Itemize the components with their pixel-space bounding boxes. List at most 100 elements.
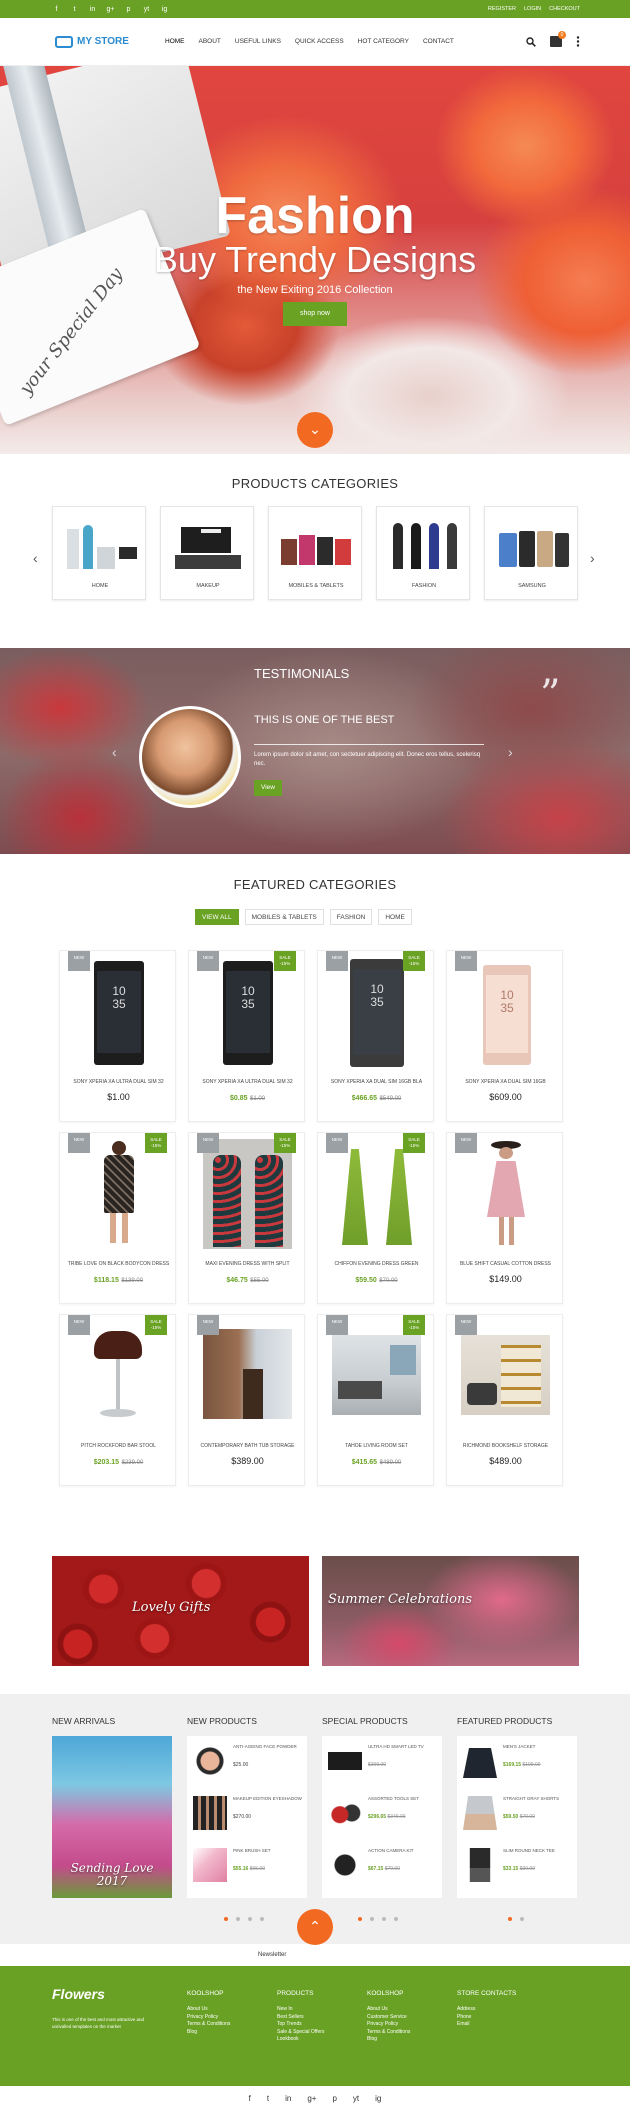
dot[interactable] <box>508 1917 512 1921</box>
product-name[interactable]: TAHOE LIVING ROOM SET <box>322 1443 431 1449</box>
product-card[interactable]: NEW SALE -15% CHIFFON EVENING DRESS GREE… <box>317 1132 434 1304</box>
logo[interactable]: MY STORE <box>55 35 165 48</box>
youtube-icon[interactable]: yt <box>353 2094 359 2103</box>
dot[interactable] <box>520 1917 524 1921</box>
banner-summer-celebrations[interactable]: Summer Celebrations <box>322 1556 579 1666</box>
login-link[interactable]: Login <box>524 6 541 12</box>
product-card[interactable]: NEW SALE -15% PITCH ROCKFORD BAR STOOL $… <box>59 1314 176 1486</box>
footer-link[interactable]: Terms & Conditions <box>367 2029 410 2037</box>
dot[interactable] <box>260 1917 264 1921</box>
footer-link[interactable]: Customer Service <box>367 2014 410 2022</box>
checkout-link[interactable]: Checkout <box>549 6 580 12</box>
product-name[interactable]: SONY XPERIA XA DUAL SIM 16GB <box>451 1079 560 1085</box>
product-card[interactable]: 10 35 NEW SALE -15% SONY XPERIA XA ULTRA … <box>188 950 305 1122</box>
list-item[interactable]: ACTION CAMERA KIT $67.15 $79.00 <box>328 1844 440 1890</box>
tab-home[interactable]: Home <box>378 909 412 925</box>
category-card-fashion[interactable]: Fashion <box>376 506 470 600</box>
shop-now-button[interactable]: shop now <box>283 302 347 326</box>
footer-link[interactable]: About Us <box>367 2006 410 2014</box>
list-item[interactable]: SLIM ROUND NECK TEE $33.15 $39.00 <box>463 1844 575 1890</box>
product-name[interactable]: TRIBE LOVE ON BLACK BODYCON DRESS <box>64 1261 173 1267</box>
dot[interactable] <box>370 1917 374 1921</box>
footer-link[interactable]: Sale & Special Offers <box>277 2029 324 2037</box>
chevron-left-icon[interactable]: ‹ <box>33 550 38 566</box>
category-card-home[interactable]: Home <box>52 506 146 600</box>
footer-contact-email[interactable]: Email <box>457 2021 516 2029</box>
dot[interactable] <box>382 1917 386 1921</box>
linkedin-icon[interactable]: in <box>88 6 97 13</box>
new-arrivals-image[interactable]: Sending Love 2017 <box>52 1736 172 1898</box>
dot[interactable] <box>236 1917 240 1921</box>
product-name[interactable]: BLUE SHIFT CASUAL COTTON DRESS <box>451 1261 560 1267</box>
register-link[interactable]: Register <box>488 6 516 12</box>
google-plus-icon[interactable]: g+ <box>307 2094 316 2103</box>
product-name[interactable]: SONY XPERIA XA ULTRA DUAL SIM 32 <box>193 1079 302 1085</box>
product-card[interactable]: NEW BLUE SHIFT CASUAL COTTON DRESS $149.… <box>446 1132 563 1304</box>
category-card-makeup[interactable]: Makeup <box>160 506 254 600</box>
footer-link[interactable]: Lookbook <box>277 2036 324 2044</box>
product-card[interactable]: NEW CONTEMPORARY BATH TUB STORAGE $389.0… <box>188 1314 305 1486</box>
nav-about[interactable]: About <box>199 38 221 45</box>
footer-link[interactable]: Privacy Policy <box>367 2021 410 2029</box>
nav-home[interactable]: Home <box>165 38 185 45</box>
product-card[interactable]: NEW SALE -15% MAXI EVENING DRESS WITH SP… <box>188 1132 305 1304</box>
dot[interactable] <box>358 1917 362 1921</box>
pinterest-icon[interactable]: p <box>332 2094 336 2103</box>
more-vertical-icon[interactable] <box>576 36 580 47</box>
dot[interactable] <box>394 1917 398 1921</box>
youtube-icon[interactable]: yt <box>142 6 151 13</box>
product-card[interactable]: 10 35 NEW SONY XPERIA XA ULTRA DUAL SIM 3… <box>59 950 176 1122</box>
tab-view-all[interactable]: View All <box>195 909 239 925</box>
list-item[interactable]: PINK BRUSH SET $55.16 $65.00 <box>193 1844 305 1890</box>
facebook-icon[interactable]: f <box>52 6 61 13</box>
product-card[interactable]: NEW SALE -15% TAHOE LIVING ROOM SET $415… <box>317 1314 434 1486</box>
list-item[interactable]: STRAIGHT GRAY SHORTS $59.50 $70.00 <box>463 1792 575 1838</box>
instagram-icon[interactable]: ig <box>375 2094 381 2103</box>
product-card[interactable]: NEW RICHMOND BOOKSHELF STORAGE $489.00 <box>446 1314 563 1486</box>
product-name[interactable]: CONTEMPORARY BATH TUB STORAGE <box>193 1443 302 1449</box>
footer-link[interactable]: Privacy Policy <box>187 2014 230 2022</box>
facebook-icon[interactable]: f <box>249 2094 251 2103</box>
footer-link[interactable]: Best Sellers <box>277 2014 324 2022</box>
product-name[interactable]: RICHMOND BOOKSHELF STORAGE <box>451 1443 560 1449</box>
nav-contact[interactable]: Contact <box>423 38 454 45</box>
chevron-left-icon[interactable]: ‹ <box>112 744 117 760</box>
tab-fashion[interactable]: Fashion <box>329 909 373 925</box>
footer-link[interactable]: Top Trends <box>277 2021 324 2029</box>
category-card-mobiles[interactable]: Mobiles & Tablets <box>268 506 362 600</box>
chevron-right-icon[interactable]: › <box>590 550 595 566</box>
dot[interactable] <box>248 1917 252 1921</box>
list-item[interactable]: ANTI-AGEING FACE POWDER $25.00 <box>193 1740 305 1786</box>
product-card[interactable]: 10 35 NEW SALE -15% SONY XPERIA XA DUAL S… <box>317 950 434 1122</box>
pinterest-icon[interactable]: p <box>124 6 133 13</box>
product-name[interactable]: SONY XPERIA XA DUAL SIM 16GB BLA <box>322 1079 431 1085</box>
list-item[interactable]: MAKEUP EDITION EYESHADOW $270.00 <box>193 1792 305 1838</box>
twitter-icon[interactable]: t <box>267 2094 269 2103</box>
product-name[interactable]: CHIFFON EVENING DRESS GREEN <box>322 1261 431 1267</box>
product-name[interactable]: PITCH ROCKFORD BAR STOOL <box>64 1443 173 1449</box>
product-name[interactable]: MAXI EVENING DRESS WITH SPLIT <box>193 1261 302 1267</box>
product-card[interactable]: NEW SALE -15% TRIBE LOVE ON BLACK BODYCO… <box>59 1132 176 1304</box>
footer-link[interactable]: Terms & Conditions <box>187 2021 230 2029</box>
dot[interactable] <box>224 1917 228 1921</box>
category-card-samsung[interactable]: Samsung <box>484 506 578 600</box>
product-card[interactable]: 10 35 NEW SONY XPERIA XA DUAL SIM 16GB $6… <box>446 950 563 1122</box>
footer-link[interactable]: Blog <box>367 2036 410 2044</box>
instagram-icon[interactable]: ig <box>160 6 169 13</box>
twitter-icon[interactable]: t <box>70 6 79 13</box>
list-item[interactable]: ULTRA HD SMART LED TV $399.00 <box>328 1740 440 1786</box>
linkedin-icon[interactable]: in <box>285 2094 291 2103</box>
footer-link[interactable]: About Us <box>187 2006 230 2014</box>
list-item[interactable]: MEN'S JACKET $169.15 $199.00 <box>463 1740 575 1786</box>
nav-useful-links[interactable]: Useful Links <box>235 38 281 45</box>
testimonial-view-button[interactable]: View <box>254 780 282 796</box>
tab-mobiles-tablets[interactable]: Mobiles & Tablets <box>244 909 324 925</box>
footer-link[interactable]: Blog <box>187 2029 230 2037</box>
chevron-right-icon[interactable]: › <box>508 744 513 760</box>
list-item[interactable]: ASSORTED TOOLS SET $296.65 $349.00 <box>328 1792 440 1838</box>
footer-logo[interactable]: Flowers <box>52 1986 105 2002</box>
product-name[interactable]: SONY XPERIA XA ULTRA DUAL SIM 32 <box>64 1079 173 1085</box>
scroll-top-button[interactable]: ⌃ <box>297 1909 333 1945</box>
cart-icon[interactable]: 0 <box>550 31 566 47</box>
scroll-down-button[interactable]: ⌄ <box>297 412 333 448</box>
